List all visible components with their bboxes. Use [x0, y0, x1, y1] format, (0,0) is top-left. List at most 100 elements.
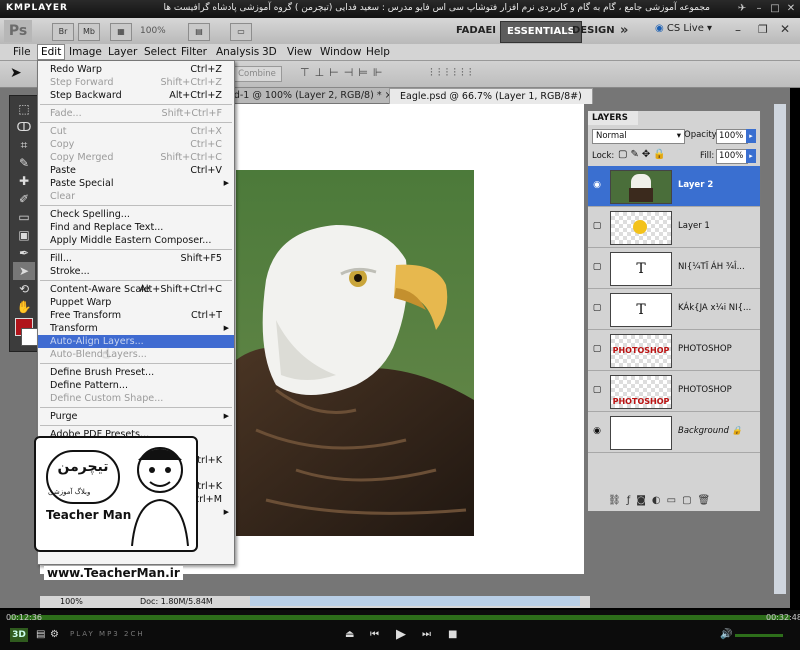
visibility-toggle[interactable]: ▢ — [592, 385, 602, 395]
layer-actions-bar[interactable]: ⛓ƒ◙◐▭▢🗑 — [608, 495, 716, 506]
next-icon[interactable]: ⏭ — [422, 629, 431, 640]
layer-row-background[interactable]: ◉ Background 🔒 — [588, 412, 760, 453]
menu-item-copy-merged[interactable]: Copy Merged Shift+Ctrl+C — [38, 151, 234, 164]
menu-item-stroke[interactable]: Stroke... — [38, 265, 234, 278]
gradient-tool-icon[interactable]: ▣ — [13, 226, 35, 244]
fill-input[interactable]: 100% — [716, 149, 748, 164]
stop-icon[interactable]: ■ — [448, 629, 457, 640]
visibility-toggle[interactable]: ▢ — [592, 221, 602, 231]
arrange-documents-icon[interactable]: ▤ — [188, 23, 210, 41]
menu-image[interactable]: Image — [66, 45, 105, 59]
playlist-icon[interactable]: ▤ — [36, 629, 45, 640]
menu-item-clear[interactable]: Clear — [38, 190, 234, 203]
menu-analysis[interactable]: Analysis — [213, 45, 262, 59]
layer-row-layer-1[interactable]: ▢ Layer 1 — [588, 207, 760, 248]
close-app-icon[interactable]: ✕ — [780, 22, 790, 36]
combine-button[interactable]: Combine — [232, 66, 282, 82]
pin-icon[interactable]: ✈ — [735, 2, 749, 15]
move-tool-icon[interactable]: ➤ — [10, 65, 22, 81]
volume-icon[interactable]: 🔊 — [720, 629, 732, 640]
menu-help[interactable]: Help — [363, 45, 393, 59]
menu-layer[interactable]: Layer — [105, 45, 140, 59]
maximize-icon[interactable]: □ — [768, 2, 782, 15]
workspace-design-button[interactable]: DESIGN — [566, 21, 621, 41]
visibility-toggle[interactable]: ▢ — [592, 303, 602, 313]
pen-tool-icon[interactable]: ✒ — [13, 244, 35, 262]
menu-item-free-transform[interactable]: Free Transform Ctrl+T — [38, 309, 234, 322]
layer-row-photoshop-2[interactable]: ▢ PHOTOSHOP PHOTOSHOP — [588, 371, 760, 412]
guides-icon[interactable]: ▦ — [110, 23, 132, 41]
minimize-app-icon[interactable]: – — [735, 23, 741, 37]
menu-item-content-aware-scale[interactable]: Content-Aware Scale Alt+Shift+Ctrl+C — [38, 283, 234, 296]
blend-mode-select[interactable]: Normal ▾ — [592, 129, 685, 144]
menu-item-find-and-replace-text[interactable]: Find and Replace Text... — [38, 221, 234, 234]
menu-item-redo-warp[interactable]: Redo Warp Ctrl+Z — [38, 63, 234, 76]
selection-tool-icon[interactable]: ➤ — [13, 262, 35, 280]
layer-row-photoshop-1[interactable]: ▢ PHOTOSHOP PHOTOSHOP — [588, 330, 760, 371]
menu-item-copy[interactable]: Copy Ctrl+C — [38, 138, 234, 151]
menu-item-puppet-warp[interactable]: Puppet Warp — [38, 296, 234, 309]
visibility-toggle[interactable]: ▢ — [592, 262, 602, 272]
mini-bridge-icon[interactable]: Mb — [78, 23, 100, 41]
eraser-tool-icon[interactable]: ▭ — [13, 208, 35, 226]
menu-item-step-forward[interactable]: Step Forward Shift+Ctrl+Z — [38, 76, 234, 89]
menu-window[interactable]: Window — [317, 45, 364, 59]
seek-bar[interactable] — [10, 615, 790, 620]
bridge-icon[interactable]: Br — [52, 23, 74, 41]
tab-eagle-document[interactable]: Eagle.psd @ 66.7% (Layer 1, RGB/8#) × — [389, 88, 593, 117]
close-icon[interactable]: ✕ — [784, 2, 798, 15]
lock-icons[interactable]: ▢✎✥🔒 — [618, 149, 669, 160]
menu-file[interactable]: File — [10, 45, 34, 59]
eyedropper-tool-icon[interactable]: ✎ — [13, 154, 35, 172]
menu-item-transform[interactable]: Transform ▶ — [38, 322, 234, 335]
eye-icon[interactable]: ◉ — [592, 180, 602, 190]
restore-app-icon[interactable]: ❐ — [758, 23, 768, 36]
menu-item-define-custom-shape[interactable]: Define Custom Shape... — [38, 392, 234, 405]
settings-icon[interactable]: ⚙ — [50, 629, 59, 640]
lasso-tool-icon[interactable]: ↀ — [13, 118, 35, 136]
layer-row-text-1[interactable]: ▢ T NI{¼TÏ ÁH ¾Î... — [588, 248, 760, 289]
volume-slider[interactable] — [735, 634, 783, 637]
menu-item-auto-blend-layers[interactable]: Auto-Blend Layers... — [38, 348, 234, 361]
layer-row-text-2[interactable]: ▢ T KÁk{JA x¼i NI{... — [588, 289, 760, 330]
visibility-toggle[interactable]: ▢ — [592, 344, 602, 354]
menu-item-define-brush-preset[interactable]: Define Brush Preset... — [38, 366, 234, 379]
3d-tool-icon[interactable]: ⟲ — [13, 280, 35, 298]
menu-item-step-backward[interactable]: Step Backward Alt+Ctrl+Z — [38, 89, 234, 102]
crop-tool-icon[interactable]: ⌗ — [13, 136, 35, 154]
horizontal-scrollbar[interactable] — [250, 596, 580, 606]
healing-tool-icon[interactable]: ✚ — [13, 172, 35, 190]
menu-item-apply-middle-eastern-composer[interactable]: Apply Middle Eastern Composer... — [38, 234, 234, 247]
tab-untitled-document[interactable]: ed-1 @ 100% (Layer 2, RGB/8) * × — [218, 88, 396, 103]
minimize-icon[interactable]: – — [752, 2, 766, 15]
zoom-level[interactable]: 100% — [140, 23, 180, 39]
cs-live-menu[interactable]: ◉ CS Live ▾ — [655, 23, 712, 34]
eject-icon[interactable]: ⏏ — [345, 629, 354, 640]
menu-view[interactable]: View — [284, 45, 315, 59]
opacity-input[interactable]: 100% — [716, 129, 748, 144]
more-workspaces-icon[interactable]: » — [620, 23, 628, 38]
menu-item-define-pattern[interactable]: Define Pattern... — [38, 379, 234, 392]
vertical-scrollbar[interactable] — [774, 104, 786, 594]
play-icon[interactable]: ▶ — [396, 627, 406, 642]
fill-stepper[interactable]: ▸ — [746, 149, 756, 163]
menu-edit[interactable]: Edit — [37, 44, 66, 60]
menu-item-check-spelling[interactable]: Check Spelling... — [38, 208, 234, 221]
menu-item-paste-special[interactable]: Paste Special ▶ — [38, 177, 234, 190]
hand-tool-icon[interactable]: ✋ — [13, 298, 35, 316]
screen-mode-icon[interactable]: ▭ — [230, 23, 252, 41]
distribute-icons[interactable]: ⫶⫶⫶⫶⫶⫶ — [430, 66, 477, 80]
eye-icon[interactable]: ◉ — [592, 426, 602, 436]
menu-item-fill[interactable]: Fill... Shift+F5 — [38, 252, 234, 265]
previous-icon[interactable]: ⏮ — [370, 629, 379, 640]
marquee-tool-icon[interactable]: ⬚ — [13, 100, 35, 118]
menu-item-cut[interactable]: Cut Ctrl+X — [38, 125, 234, 138]
layer-row-layer-2[interactable]: ◉ Layer 2 — [588, 166, 760, 207]
menu-filter[interactable]: Filter — [178, 45, 210, 59]
3d-badge[interactable]: 3D — [10, 628, 28, 642]
menu-3d[interactable]: 3D — [259, 45, 280, 59]
status-zoom[interactable]: 100% — [60, 596, 83, 608]
menu-item-auto-align-layers[interactable]: Auto-Align Layers... — [38, 335, 234, 348]
align-icons[interactable]: ⊤⊥⊢⊣⊨⊩ — [300, 66, 388, 79]
menu-item-fade[interactable]: Fade... Shift+Ctrl+F — [38, 107, 234, 120]
